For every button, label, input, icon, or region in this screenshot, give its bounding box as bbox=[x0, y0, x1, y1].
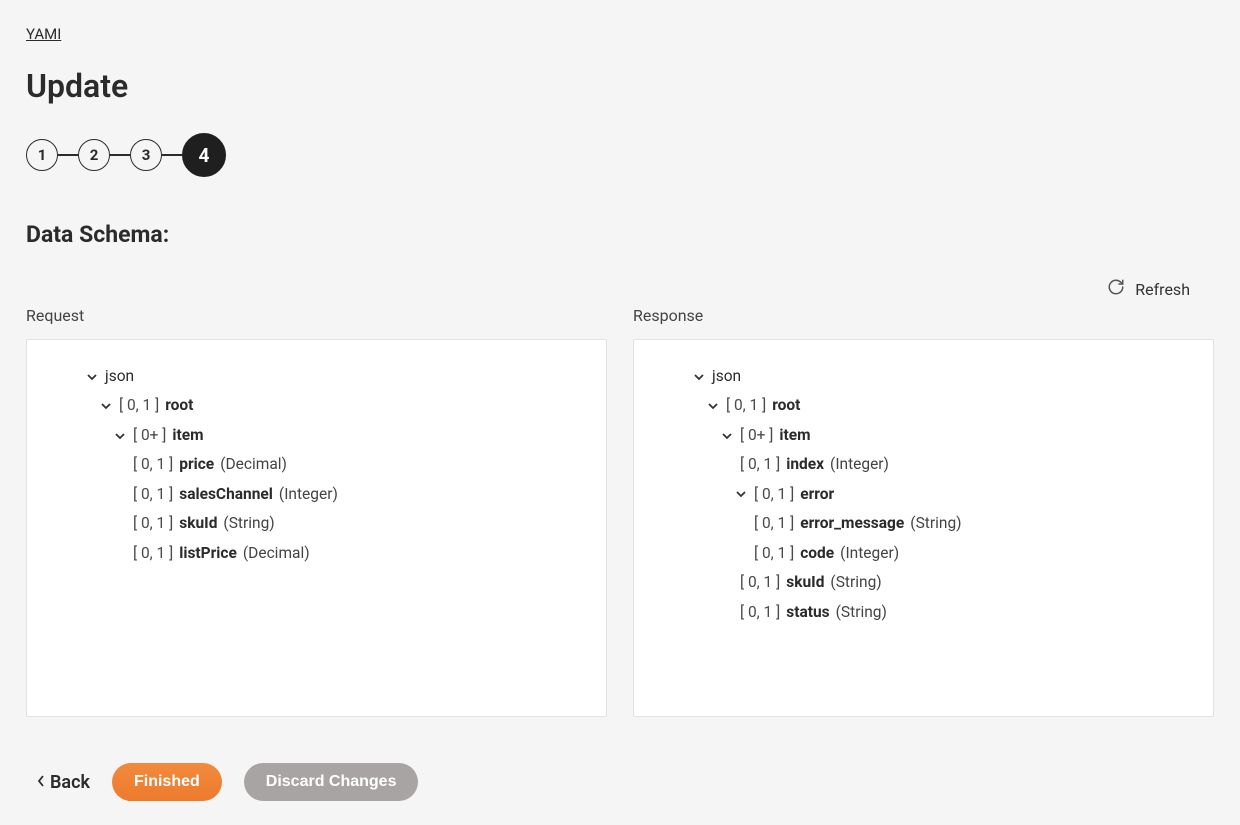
cardinality: [ 0, 1 ] bbox=[740, 568, 780, 597]
field-name: price bbox=[179, 450, 214, 479]
field-name: root bbox=[772, 391, 800, 420]
field-name: skuId bbox=[786, 568, 824, 597]
chevron-down-icon bbox=[113, 430, 127, 442]
finished-button[interactable]: Finished bbox=[112, 763, 222, 801]
tree-node-json[interactable]: json bbox=[652, 362, 1191, 391]
field-type: (Integer) bbox=[279, 480, 338, 509]
cardinality: [ 0, 1 ] bbox=[133, 539, 173, 568]
stepper: 1 2 3 4 bbox=[26, 133, 1214, 177]
tree-node-root[interactable]: [ 0, 1 ] root bbox=[45, 391, 584, 420]
back-label: Back bbox=[50, 772, 90, 793]
field-type: (Decimal) bbox=[220, 450, 287, 479]
cardinality: [ 0, 1 ] bbox=[726, 391, 766, 420]
tree-node-error[interactable]: [ 0, 1 ] error bbox=[652, 480, 1191, 509]
refresh-label: Refresh bbox=[1135, 280, 1190, 299]
tree-node-saleschannel[interactable]: [ 0, 1 ] salesChannel (Integer) bbox=[45, 480, 584, 509]
back-button[interactable]: Back bbox=[36, 772, 90, 793]
cardinality: [ 0, 1 ] bbox=[754, 539, 794, 568]
field-name: item bbox=[779, 421, 810, 450]
chevron-down-icon bbox=[99, 400, 113, 412]
step-3[interactable]: 3 bbox=[130, 139, 162, 171]
field-name: index bbox=[786, 450, 824, 479]
cardinality: [ 0, 1 ] bbox=[740, 598, 780, 627]
chevron-down-icon bbox=[692, 371, 706, 383]
request-header: Request bbox=[26, 306, 607, 325]
step-connector bbox=[110, 154, 130, 156]
step-connector bbox=[162, 154, 182, 156]
cardinality: [ 0+ ] bbox=[133, 421, 166, 450]
tree-node-json[interactable]: json bbox=[45, 362, 584, 391]
cardinality: [ 0, 1 ] bbox=[754, 480, 794, 509]
chevron-down-icon bbox=[706, 400, 720, 412]
field-name: salesChannel bbox=[179, 480, 273, 509]
cardinality: [ 0+ ] bbox=[740, 421, 773, 450]
chevron-down-icon bbox=[85, 371, 99, 383]
discard-changes-button[interactable]: Discard Changes bbox=[244, 763, 419, 801]
field-type: (String) bbox=[223, 509, 274, 538]
tree-label: json bbox=[712, 362, 741, 391]
field-name: item bbox=[172, 421, 203, 450]
tree-node-status[interactable]: [ 0, 1 ] status (String) bbox=[652, 598, 1191, 627]
tree-node-price[interactable]: [ 0, 1 ] price (Decimal) bbox=[45, 450, 584, 479]
page-title: Update bbox=[26, 67, 1214, 105]
refresh-button[interactable]: Refresh bbox=[26, 278, 1214, 300]
step-4[interactable]: 4 bbox=[182, 133, 226, 177]
field-type: (String) bbox=[836, 598, 887, 627]
field-name: code bbox=[800, 539, 834, 568]
chevron-down-icon bbox=[720, 430, 734, 442]
field-type: (Integer) bbox=[830, 450, 889, 479]
step-connector bbox=[58, 154, 78, 156]
tree-node-item[interactable]: [ 0+ ] item bbox=[652, 421, 1191, 450]
field-name: status bbox=[786, 598, 829, 627]
field-type: (Decimal) bbox=[243, 539, 310, 568]
tree-node-skuid[interactable]: [ 0, 1 ] skuId (String) bbox=[45, 509, 584, 538]
tree-node-skuid[interactable]: [ 0, 1 ] skuId (String) bbox=[652, 568, 1191, 597]
tree-node-item[interactable]: [ 0+ ] item bbox=[45, 421, 584, 450]
tree-node-error-message[interactable]: [ 0, 1 ] error_message (String) bbox=[652, 509, 1191, 538]
cardinality: [ 0, 1 ] bbox=[133, 450, 173, 479]
cardinality: [ 0, 1 ] bbox=[740, 450, 780, 479]
tree-node-code[interactable]: [ 0, 1 ] code (Integer) bbox=[652, 539, 1191, 568]
cardinality: [ 0, 1 ] bbox=[133, 509, 173, 538]
cardinality: [ 0, 1 ] bbox=[119, 391, 159, 420]
field-name: error bbox=[800, 480, 834, 509]
field-name: root bbox=[165, 391, 193, 420]
field-type: (String) bbox=[830, 568, 881, 597]
field-type: (Integer) bbox=[840, 539, 899, 568]
footer: Back Finished Discard Changes bbox=[26, 763, 1214, 801]
breadcrumb-yami[interactable]: YAMI bbox=[26, 25, 61, 43]
tree-node-index[interactable]: [ 0, 1 ] index (Integer) bbox=[652, 450, 1191, 479]
field-type: (String) bbox=[910, 509, 961, 538]
tree-node-listprice[interactable]: [ 0, 1 ] listPrice (Decimal) bbox=[45, 539, 584, 568]
cardinality: [ 0, 1 ] bbox=[754, 509, 794, 538]
section-title: Data Schema: bbox=[26, 221, 1214, 248]
field-name: error_message bbox=[800, 509, 904, 538]
field-name: listPrice bbox=[179, 539, 237, 568]
field-name: skuId bbox=[179, 509, 217, 538]
tree-node-root[interactable]: [ 0, 1 ] root bbox=[652, 391, 1191, 420]
chevron-down-icon bbox=[734, 488, 748, 500]
chevron-left-icon bbox=[36, 772, 46, 793]
response-column: Response json [ 0, 1 ] root [ 0+ ] bbox=[633, 306, 1214, 717]
request-column: Request json [ 0, 1 ] root [ 0+ ] bbox=[26, 306, 607, 717]
refresh-icon bbox=[1107, 278, 1125, 300]
request-panel: json [ 0, 1 ] root [ 0+ ] item [ 0, 1 ] … bbox=[26, 339, 607, 717]
step-2[interactable]: 2 bbox=[78, 139, 110, 171]
tree-label: json bbox=[105, 362, 134, 391]
cardinality: [ 0, 1 ] bbox=[133, 480, 173, 509]
step-1[interactable]: 1 bbox=[26, 139, 58, 171]
response-panel: json [ 0, 1 ] root [ 0+ ] item [ 0, 1 ] … bbox=[633, 339, 1214, 717]
response-header: Response bbox=[633, 306, 1214, 325]
